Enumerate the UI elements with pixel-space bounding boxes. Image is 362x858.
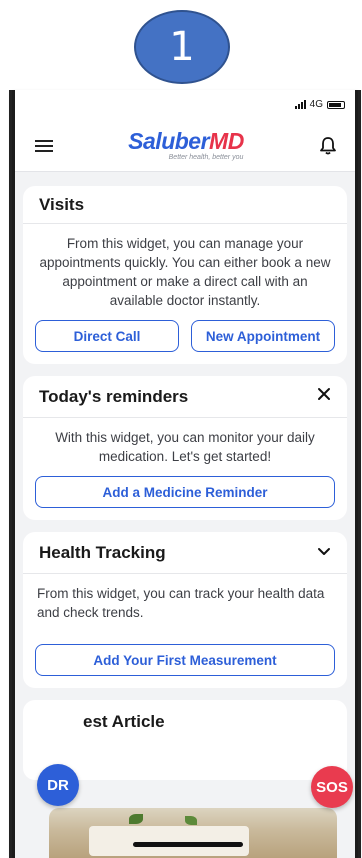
- phone-screen: 4G SaluberMD Better health, better you V…: [12, 90, 358, 858]
- health-tracking-card-header: Health Tracking: [23, 532, 347, 574]
- add-first-measurement-button[interactable]: Add Your First Measurement: [35, 644, 335, 676]
- notification-bell-icon[interactable]: [319, 136, 337, 156]
- reminders-title: Today's reminders: [39, 386, 189, 406]
- logo-text-saluber: Saluber: [128, 128, 210, 154]
- app-logo: SaluberMD Better health, better you: [128, 128, 244, 162]
- home-indicator[interactable]: [133, 842, 243, 847]
- doctor-fab-button[interactable]: DR: [37, 764, 79, 806]
- signal-icon: [294, 100, 306, 109]
- direct-call-button[interactable]: Direct Call: [35, 320, 179, 352]
- close-icon[interactable]: [317, 387, 331, 406]
- visits-card-header: Visits: [23, 186, 347, 224]
- new-appointment-button[interactable]: New Appointment: [191, 320, 335, 352]
- article-image[interactable]: [49, 808, 337, 858]
- app-header: SaluberMD Better health, better you: [15, 120, 355, 172]
- health-tracking-description: From this widget, you can track your hea…: [37, 586, 325, 620]
- visits-title: Visits: [39, 194, 85, 214]
- chevron-down-icon[interactable]: [317, 544, 331, 562]
- add-medicine-reminder-button[interactable]: Add a Medicine Reminder: [35, 476, 335, 508]
- status-indicators: 4G: [294, 99, 345, 110]
- visits-description: From this widget, you can manage your ap…: [39, 236, 331, 308]
- sos-button[interactable]: SOS: [311, 766, 353, 808]
- step-number-badge: 1: [134, 10, 230, 84]
- battery-icon: [327, 100, 345, 109]
- logo-tagline: Better health, better you: [168, 154, 244, 161]
- network-type: 4G: [309, 99, 323, 110]
- health-tracking-title: Health Tracking: [39, 542, 166, 562]
- logo-text-md: MD: [209, 128, 244, 154]
- menu-icon[interactable]: [35, 139, 53, 152]
- visits-card: Visits From this widget, you can manage …: [23, 186, 347, 364]
- status-bar: 4G: [15, 90, 355, 120]
- latest-article-title: est Article: [83, 712, 165, 731]
- reminders-description: With this widget, you can monitor your d…: [55, 430, 315, 464]
- reminders-card-header: Today's reminders: [23, 376, 347, 418]
- reminders-card: Today's reminders With this widget, you …: [23, 376, 347, 520]
- health-tracking-card: Health Tracking From this widget, you ca…: [23, 532, 347, 688]
